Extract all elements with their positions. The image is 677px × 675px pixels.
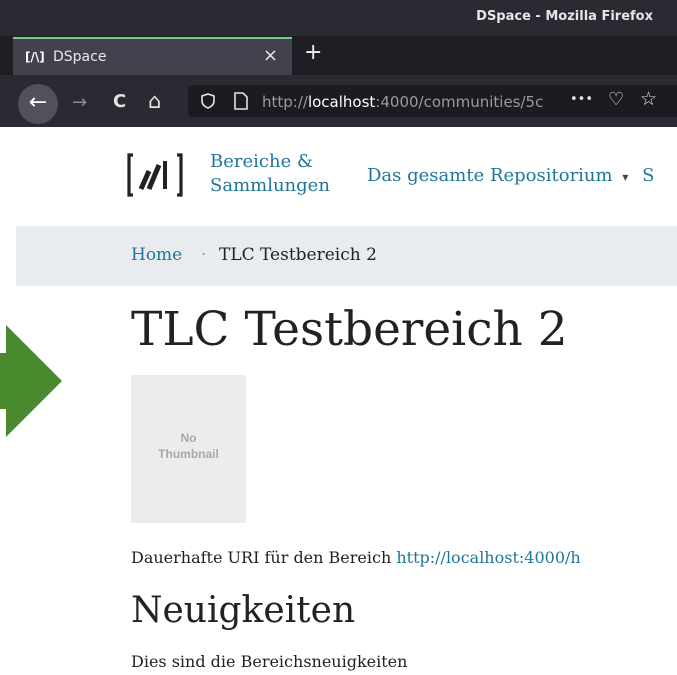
tab-dspace[interactable]: [/\] DSpace × xyxy=(13,37,292,75)
url-prefix: http:// xyxy=(262,93,308,111)
window-title: DSpace - Mozilla Firefox xyxy=(476,9,653,24)
nav-communities-line1: Bereiche & xyxy=(210,151,313,172)
page-title: TLC Testbereich 2 xyxy=(131,302,568,357)
tab-title: DSpace xyxy=(53,49,107,65)
breadcrumb-home-link[interactable]: Home xyxy=(131,245,182,265)
nav-communities-link[interactable]: Bereiche & Sammlungen xyxy=(210,150,330,198)
uri-label: Dauerhafte URI für den Bereich xyxy=(131,548,392,567)
close-tab-icon[interactable]: × xyxy=(263,45,278,66)
url-text[interactable]: http://localhost:4000/communities/5c xyxy=(262,93,543,111)
thumbnail-line1: No xyxy=(180,431,197,445)
page-info-icon[interactable] xyxy=(233,92,249,110)
dspace-logo[interactable] xyxy=(127,147,183,203)
nav-all-repository-label: Das gesamte Repositorium xyxy=(367,165,613,186)
tracking-shield-icon[interactable] xyxy=(200,93,216,109)
tab-strip: [/\] DSpace × xyxy=(0,36,677,75)
back-arrow-icon[interactable]: ← xyxy=(18,84,58,124)
breadcrumb-separator: · xyxy=(201,245,207,265)
new-tab-button[interactable]: + xyxy=(304,40,322,65)
home-icon[interactable]: ⌂ xyxy=(148,91,161,112)
news-heading: Neuigkeiten xyxy=(131,590,356,631)
thumbnail-line2: Thumbnail xyxy=(158,447,219,461)
reload-icon[interactable]: C xyxy=(113,92,126,112)
address-bar[interactable]: http://localhost:4000/communities/5c •••… xyxy=(188,85,677,117)
thumbnail-text: No Thumbnail xyxy=(131,430,246,462)
chevron-down-icon: ▾ xyxy=(622,170,629,184)
right-arrow-icon xyxy=(0,325,62,437)
nav-cut-item[interactable]: S xyxy=(642,165,654,186)
forward-arrow-icon[interactable]: → xyxy=(72,93,87,113)
pocket-icon[interactable]: ♡ xyxy=(608,89,624,110)
window-titlebar: DSpace - Mozilla Firefox xyxy=(0,0,677,36)
nav-communities-line2: Sammlungen xyxy=(210,175,330,196)
uri-link[interactable]: http://localhost:4000/h xyxy=(396,548,580,567)
bookmark-star-icon[interactable]: ☆ xyxy=(640,88,657,110)
more-actions-icon[interactable]: ••• xyxy=(570,92,593,107)
nav-all-repository-dropdown[interactable]: Das gesamte Repositorium ▾ S xyxy=(367,164,654,189)
breadcrumb-current: TLC Testbereich 2 xyxy=(219,245,377,265)
thumbnail-placeholder: No Thumbnail xyxy=(131,375,246,523)
url-path: :4000/communities/5c xyxy=(375,93,544,111)
persistent-uri: Dauerhafte URI für den Bereich http://lo… xyxy=(131,548,581,567)
news-text: Dies sind die Bereichsneuigkeiten xyxy=(131,652,408,671)
dspace-favicon-icon: [/\] xyxy=(25,50,45,64)
url-host: localhost xyxy=(307,93,376,111)
